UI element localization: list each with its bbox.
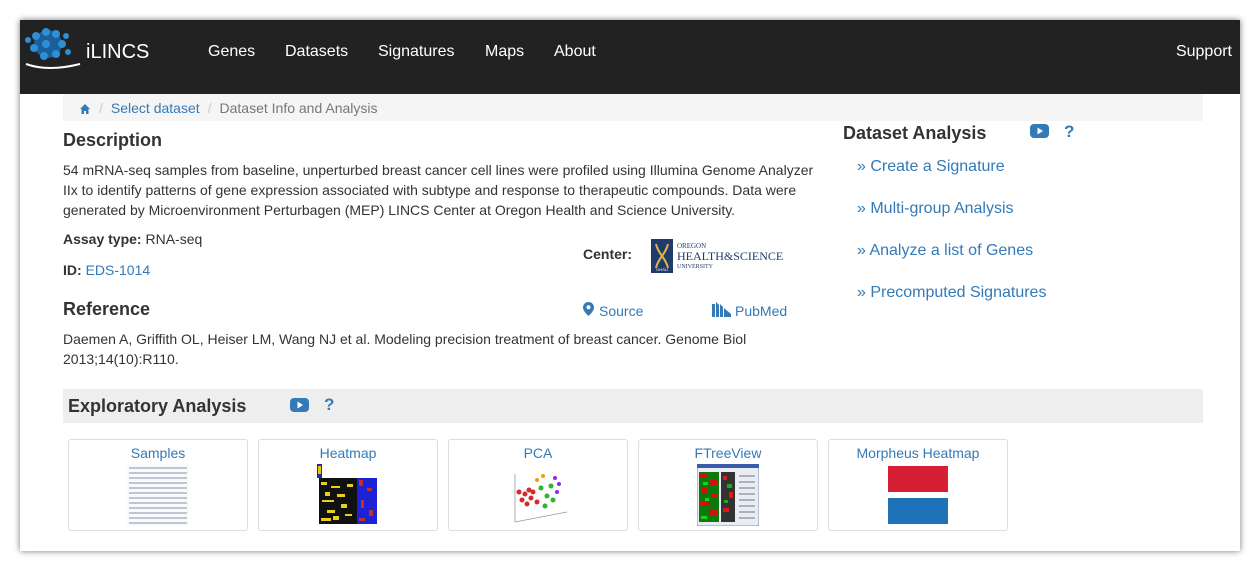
breadcrumb-separator: / xyxy=(99,99,103,116)
top-navbar: iLINCS Genes Datasets Signatures Maps Ab… xyxy=(20,20,1240,94)
nav-datasets[interactable]: Datasets xyxy=(285,43,348,61)
multi-group-analysis-link[interactable]: » Multi-group Analysis xyxy=(857,200,1014,218)
breadcrumb-select-dataset[interactable]: Select dataset xyxy=(111,100,200,116)
analyze-genes-link[interactable]: » Analyze a list of Genes xyxy=(857,242,1033,260)
nav-signatures[interactable]: Signatures xyxy=(378,43,455,61)
source-label: Source xyxy=(599,302,644,319)
ohsu-logo-line3: UNIVERSITY xyxy=(677,264,714,270)
nav-support[interactable]: Support xyxy=(1176,43,1232,61)
assay-type: Assay type: RNA-seq xyxy=(63,231,202,247)
dataset-id-label: ID: xyxy=(63,262,82,278)
pubmed-label: PubMed xyxy=(735,303,788,319)
breadcrumb-separator: / xyxy=(207,99,212,116)
help-icon[interactable]: ? xyxy=(1064,122,1074,142)
dataset-id-link[interactable]: EDS-1014 xyxy=(86,262,151,278)
youtube-icon[interactable] xyxy=(1030,124,1049,141)
ftreeview-thumbnail[interactable] xyxy=(696,463,760,529)
nav-genes[interactable]: Genes xyxy=(208,43,255,61)
nav-maps[interactable]: Maps xyxy=(485,43,524,61)
samples-card[interactable]: Samples xyxy=(68,439,248,531)
ohsu-logo-line2: HEALTH&SCIENCE xyxy=(677,249,783,263)
heatmap-card-label[interactable]: Heatmap xyxy=(259,445,437,461)
home-icon[interactable] xyxy=(79,102,91,114)
ftreeview-card[interactable]: FTreeView xyxy=(638,439,818,531)
pubmed-icon xyxy=(712,302,731,320)
precomputed-signatures-link[interactable]: » Precomputed Signatures xyxy=(857,284,1046,302)
exploratory-analysis-heading: Exploratory Analysis xyxy=(68,396,247,416)
breadcrumb: / Select dataset / Dataset Info and Anal… xyxy=(63,94,1203,121)
assay-type-value: RNA-seq xyxy=(145,231,203,247)
ohsu-logo[interactable]: OHSU OREGON HEALTH&SCIENCE UNIVERSITY xyxy=(650,238,790,277)
breadcrumb-current: Dataset Info and Analysis xyxy=(219,99,378,116)
exploratory-analysis-bar: Exploratory Analysis ? xyxy=(63,389,1203,423)
source-link[interactable]: Source xyxy=(583,302,643,319)
pubmed-link[interactable]: PubMed xyxy=(712,302,787,320)
morpheus-heatmap-card[interactable]: Morpheus Heatmap xyxy=(828,439,1008,531)
map-marker-icon xyxy=(583,302,594,319)
description-text: 54 mRNA-seq samples from baseline, unper… xyxy=(63,162,814,218)
samples-thumbnail[interactable] xyxy=(127,464,189,529)
description-heading: Description xyxy=(63,130,163,150)
create-signature-link[interactable]: » Create a Signature xyxy=(857,158,1005,176)
reference-text: Daemen A, Griffith OL, Heiser LM, Wang N… xyxy=(63,331,747,367)
dataset-analysis-heading: Dataset Analysis xyxy=(843,123,987,143)
dataset-id: ID: EDS-1014 xyxy=(63,262,150,278)
brand-name[interactable]: iLINCS xyxy=(86,41,149,64)
ilincs-logo-icon[interactable] xyxy=(22,24,84,75)
heatmap-thumbnail[interactable] xyxy=(317,464,379,529)
heatmap-card[interactable]: Heatmap xyxy=(258,439,438,531)
youtube-icon[interactable] xyxy=(290,398,309,415)
app-window: iLINCS Genes Datasets Signatures Maps Ab… xyxy=(20,20,1240,551)
assay-type-label: Assay type: xyxy=(63,231,142,247)
pca-card-label[interactable]: PCA xyxy=(449,445,627,461)
ohsu-badge-text: OHSU xyxy=(656,267,668,272)
morpheus-heatmap-card-label[interactable]: Morpheus Heatmap xyxy=(829,445,1007,461)
pca-card[interactable]: PCA xyxy=(448,439,628,531)
nav-about[interactable]: About xyxy=(554,43,596,61)
ftreeview-card-label[interactable]: FTreeView xyxy=(639,445,817,461)
help-icon[interactable]: ? xyxy=(324,395,334,415)
pca-thumbnail[interactable] xyxy=(507,464,569,529)
samples-card-label[interactable]: Samples xyxy=(69,445,247,461)
center-label: Center: xyxy=(583,246,633,262)
reference-heading: Reference xyxy=(63,299,151,319)
morpheus-heatmap-thumbnail[interactable] xyxy=(888,464,948,529)
